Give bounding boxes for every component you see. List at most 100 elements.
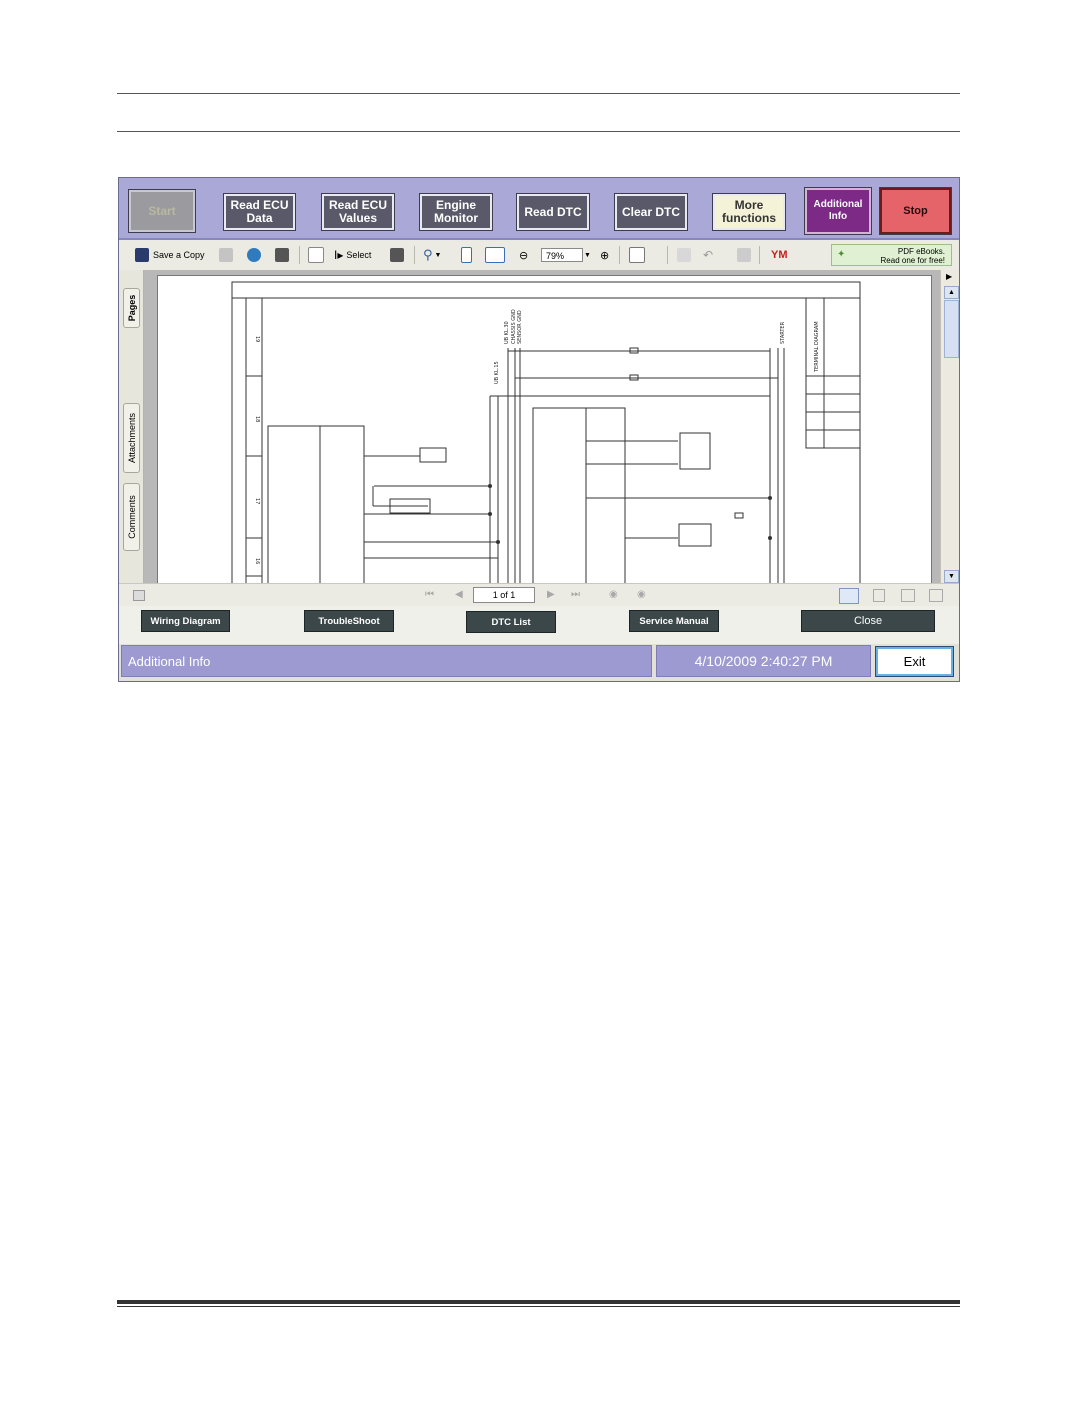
- binoculars-icon: [275, 248, 289, 262]
- tab-comments[interactable]: Comments: [123, 483, 140, 551]
- first-page-icon[interactable]: ⏮: [425, 590, 434, 600]
- brand-logo: YM: [771, 246, 788, 264]
- continuous-page-icon[interactable]: [873, 589, 885, 602]
- clear-dtc-button[interactable]: Clear DTC: [614, 193, 688, 231]
- read-dtc-button[interactable]: Read DTC: [516, 193, 590, 231]
- select-label: Select: [346, 250, 372, 260]
- toolbar-separator: [299, 246, 300, 264]
- single-page-icon[interactable]: [839, 588, 859, 604]
- promo-line-1: PDF eBooks.: [897, 247, 945, 256]
- diagnostic-app-window: Start Read ECU Data Read ECU Values Engi…: [118, 177, 960, 682]
- undo-icon: ↶: [703, 248, 714, 262]
- read-ecu-data-button[interactable]: Read ECU Data: [223, 193, 296, 231]
- promo-banner[interactable]: ✦ PDF eBooks. Read one for free!: [831, 244, 952, 266]
- start-button[interactable]: Start: [128, 189, 196, 233]
- fit-width-button[interactable]: [485, 246, 505, 264]
- spell-check-button[interactable]: [677, 246, 691, 264]
- zoom-in-button[interactable]: ⊕: [600, 246, 609, 264]
- engine-monitor-button[interactable]: Engine Monitor: [419, 193, 493, 231]
- zoom-tool-button[interactable]: ⚲ ▼: [423, 246, 441, 264]
- toolbar-separator: [619, 246, 620, 264]
- options-icon[interactable]: [133, 590, 145, 601]
- leaf-icon: ✦: [837, 249, 846, 260]
- additional-info-button[interactable]: Additional Info: [804, 187, 872, 235]
- troubleshoot-button[interactable]: TroubleShoot: [304, 610, 394, 632]
- section-label: 17: [254, 498, 260, 504]
- wire-label: TERMINAL DIAGRAM: [814, 321, 820, 373]
- wiring-diagram: 19 18 17 16 UB KL.30 CHASSIS GND SENSOR …: [231, 281, 861, 584]
- chevron-down-icon: ▼: [434, 251, 442, 259]
- header-rule-bottom: [117, 131, 960, 132]
- hand-tool-button[interactable]: [308, 246, 324, 264]
- clipboard-icon: [737, 248, 751, 262]
- tab-pages-label: Pages: [126, 294, 137, 322]
- text-cursor-icon: I▸: [334, 248, 344, 262]
- next-view-icon[interactable]: ◉: [637, 590, 646, 600]
- wire-label: STARTER: [780, 321, 786, 344]
- wire-label: UB KL.30: [504, 321, 510, 344]
- find-button[interactable]: [275, 246, 289, 264]
- select-tool-button[interactable]: I▸ Select: [334, 246, 371, 264]
- floppy-disk-icon: [135, 248, 149, 262]
- exit-button[interactable]: Exit: [875, 646, 954, 677]
- printer-icon: [219, 248, 233, 262]
- zoom-dropdown[interactable]: ▼: [584, 246, 591, 264]
- wire-label: SENSOR GND: [517, 310, 523, 344]
- scroll-up-icon[interactable]: ▲: [944, 286, 959, 299]
- fit-page-icon: [461, 247, 472, 263]
- vertical-scrollbar[interactable]: ▶ ▲ ▼: [940, 270, 959, 583]
- status-bar: Additional Info 4/10/2009 2:40:27 PM Exi…: [119, 644, 959, 681]
- facing-page-icon[interactable]: [901, 589, 915, 602]
- document-view[interactable]: 19 18 17 16 UB KL.30 CHASSIS GND SENSOR …: [144, 270, 940, 585]
- stop-button[interactable]: Stop: [879, 187, 952, 235]
- zoom-out-icon: ⊖: [519, 249, 529, 262]
- section-label: 18: [254, 416, 260, 422]
- previous-page-icon[interactable]: ◀: [455, 590, 463, 600]
- scroll-thumb[interactable]: [944, 300, 959, 358]
- rotate-view-button[interactable]: [629, 246, 645, 264]
- read-ecu-values-button[interactable]: Read ECU Values: [321, 193, 395, 231]
- magnifier-icon: ⚲: [423, 247, 433, 262]
- wiring-diagram-page: 19 18 17 16 UB KL.30 CHASSIS GND SENSOR …: [157, 275, 932, 585]
- last-page-icon[interactable]: ⏭: [571, 590, 580, 600]
- wire-label: UB KL.15: [494, 361, 500, 384]
- wiring-diagram-button[interactable]: Wiring Diagram: [141, 610, 230, 632]
- rotate-page-icon: [629, 247, 645, 263]
- pdf-toolbar: Save a Copy I▸ Select ⚲ ▼ ⊖ 79% ▼ ⊕ ↶ YM …: [119, 240, 959, 271]
- tab-attachments[interactable]: Attachments: [123, 403, 140, 473]
- fit-page-button[interactable]: [461, 246, 472, 264]
- spell-check-icon: [677, 248, 691, 262]
- tab-comments-label: Comments: [126, 495, 137, 539]
- fit-width-icon: [485, 247, 505, 263]
- zoom-out-button[interactable]: ⊖: [519, 246, 528, 264]
- datetime-label: 4/10/2009 2:40:27 PM: [694, 653, 833, 669]
- page-number-field[interactable]: 1 of 1: [473, 587, 535, 603]
- toolbar-separator: [759, 246, 760, 264]
- print-button[interactable]: [219, 246, 233, 264]
- close-button[interactable]: Close: [801, 610, 935, 632]
- zoom-in-icon: ⊕: [600, 249, 610, 262]
- service-manual-button[interactable]: Service Manual: [629, 610, 719, 632]
- status-section: Additional Info: [121, 645, 652, 677]
- previous-view-icon[interactable]: ◉: [609, 590, 618, 600]
- hand-icon: [308, 247, 324, 263]
- more-functions-button[interactable]: More functions: [712, 193, 786, 231]
- navigation-panel: Pages Attachments Comments: [119, 270, 144, 583]
- next-page-icon[interactable]: ▶: [547, 590, 555, 600]
- tab-pages[interactable]: Pages: [123, 288, 140, 328]
- copy-button[interactable]: [737, 246, 751, 264]
- continuous-facing-icon[interactable]: [929, 589, 943, 602]
- scroll-down-icon[interactable]: ▼: [944, 570, 959, 583]
- save-copy-button[interactable]: Save a Copy: [135, 246, 205, 264]
- tab-attachments-label: Attachments: [126, 412, 137, 464]
- zoom-field[interactable]: 79%: [541, 248, 583, 262]
- undo-button[interactable]: ↶: [703, 246, 713, 264]
- ym-logo-text: YM: [771, 249, 788, 261]
- promo-line-2: Read one for free!: [880, 256, 945, 265]
- snapshot-button[interactable]: [390, 246, 404, 264]
- save-copy-label: Save a Copy: [153, 250, 205, 260]
- dtc-list-button[interactable]: DTC List: [466, 611, 556, 633]
- email-button[interactable]: [247, 246, 261, 264]
- status-datetime: 4/10/2009 2:40:27 PM: [656, 645, 871, 677]
- header-rule-top: [117, 93, 960, 94]
